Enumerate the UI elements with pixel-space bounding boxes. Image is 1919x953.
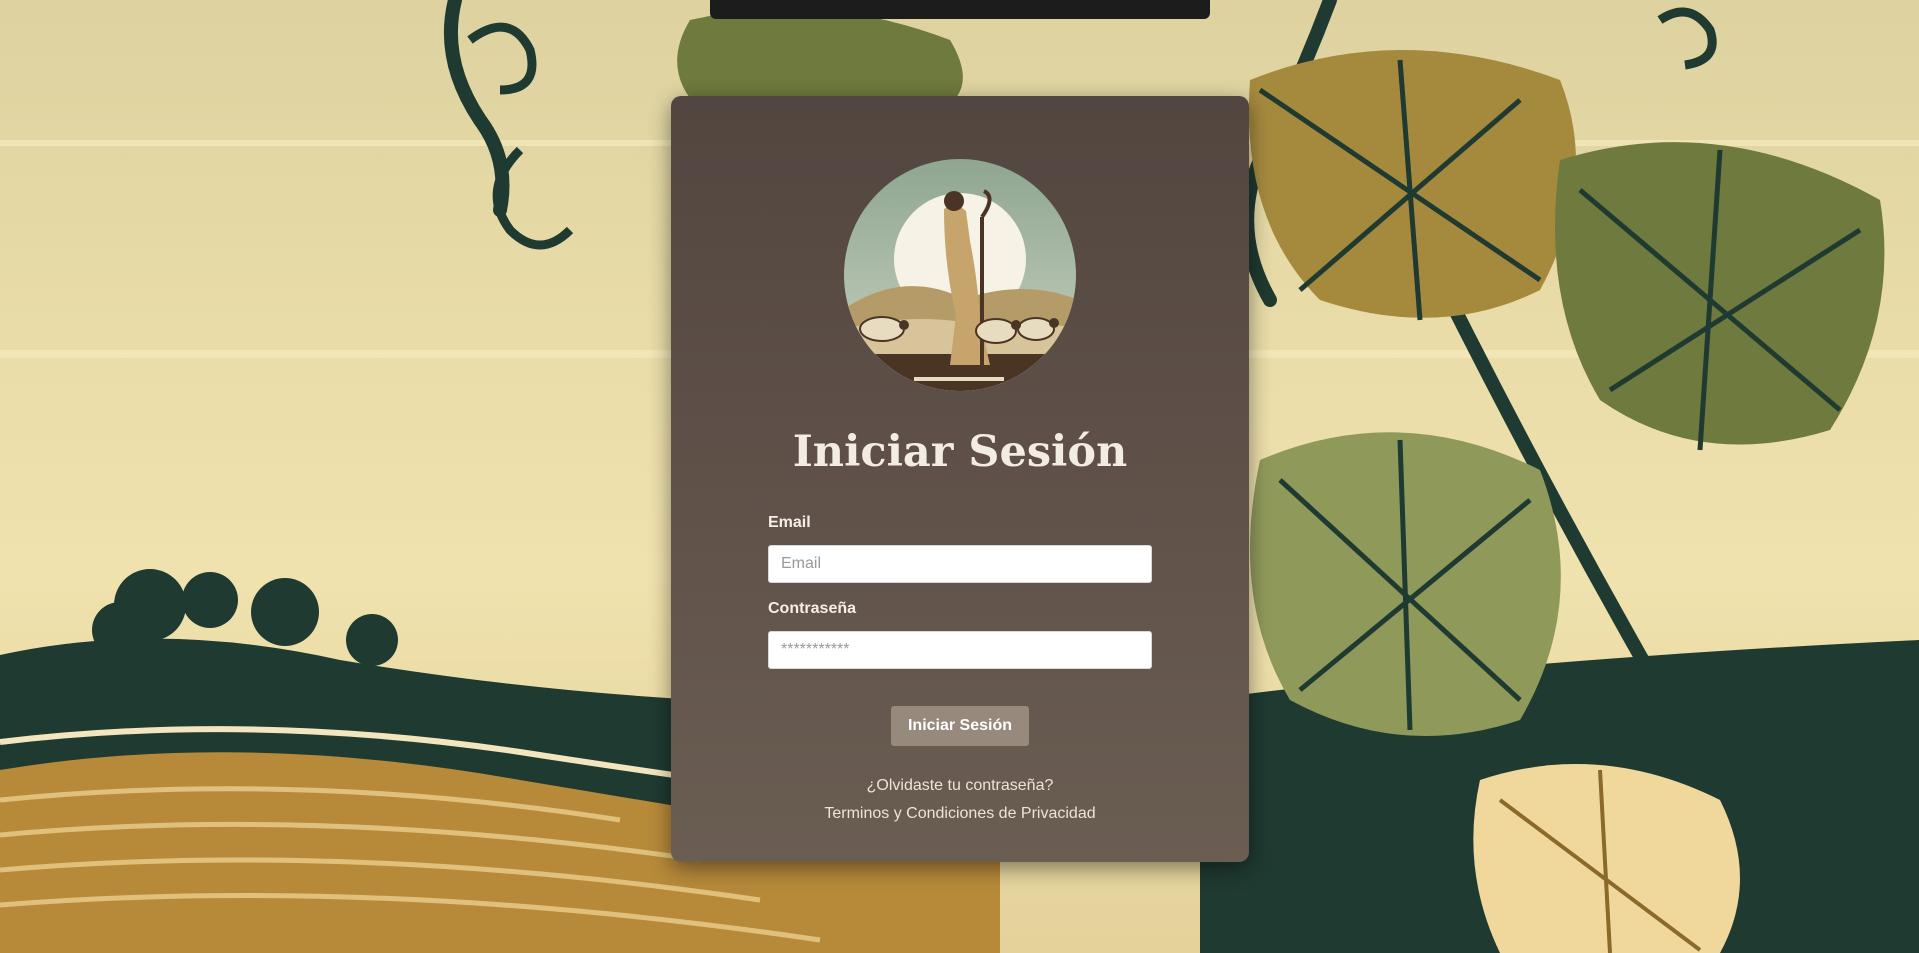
top-header-bar	[710, 0, 1210, 19]
email-label: Email	[768, 514, 811, 531]
email-field[interactable]	[768, 545, 1152, 583]
login-submit-button[interactable]: Iniciar Sesión	[891, 706, 1029, 746]
forgot-password-link[interactable]: ¿Olvidaste tu contraseña?	[671, 777, 1249, 795]
terms-privacy-link[interactable]: Terminos y Condiciones de Privacidad	[671, 805, 1249, 823]
page-title: Iniciar Sesión	[792, 427, 1128, 477]
login-card: Iniciar Sesión Email Contraseña Iniciar …	[671, 96, 1249, 862]
password-label: Contraseña	[768, 600, 857, 617]
password-field[interactable]	[768, 631, 1152, 669]
shepherd-with-sheep-logo	[844, 159, 1076, 391]
